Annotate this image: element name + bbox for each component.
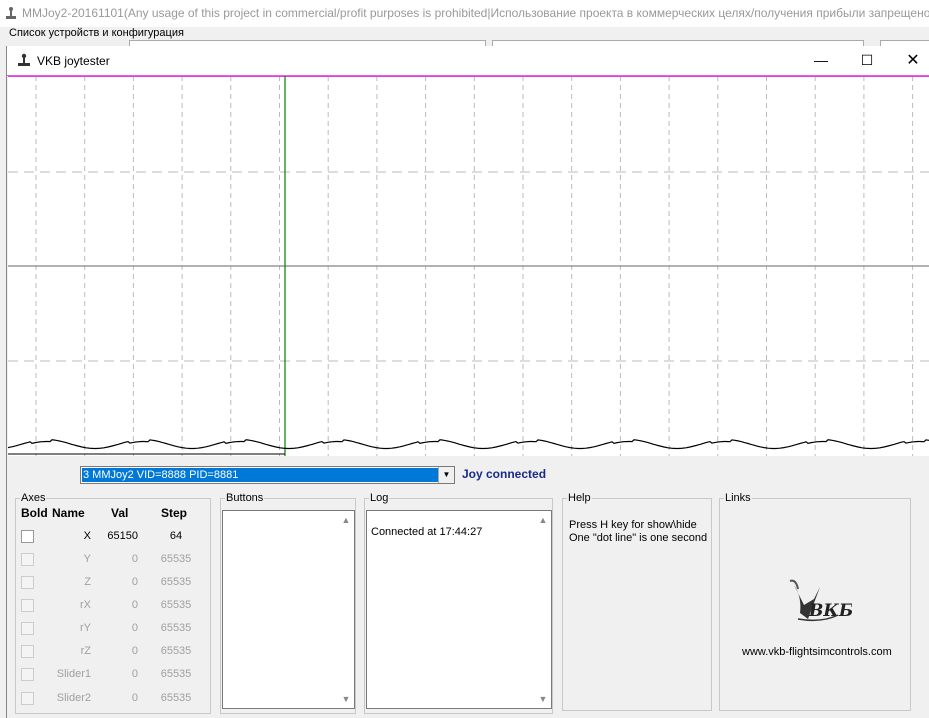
help-group: Help Press H key for show\hide One "dot … bbox=[562, 492, 712, 711]
axis-bold-checkbox[interactable] bbox=[21, 576, 34, 589]
axis-name: rX bbox=[80, 599, 91, 611]
axis-row: Slider2 0 65535 bbox=[16, 690, 216, 710]
axes-header-name: Name bbox=[52, 506, 85, 520]
axis-name: rY bbox=[80, 622, 91, 634]
minimize-button[interactable]: — bbox=[798, 46, 844, 75]
log-group-label: Log bbox=[369, 492, 390, 504]
axis-row: X 65150 64 bbox=[16, 528, 216, 548]
axes-header-bold: Bold bbox=[21, 506, 48, 520]
scroll-up-icon[interactable]: ▲ bbox=[338, 515, 354, 525]
window-titlebar[interactable]: VKB joytester — ☐ ✕ bbox=[7, 46, 929, 76]
scroll-down-icon[interactable]: ▼ bbox=[338, 694, 354, 704]
axis-bold-checkbox[interactable] bbox=[21, 645, 34, 658]
buttons-group-label: Buttons bbox=[225, 492, 265, 504]
axis-step: 65535 bbox=[160, 668, 192, 680]
joystick-icon bbox=[6, 7, 16, 19]
axis-row: rZ 0 65535 bbox=[16, 643, 216, 663]
axis-bold-checkbox[interactable] bbox=[21, 622, 34, 635]
axis-step: 64 bbox=[169, 530, 183, 542]
plot-canvas bbox=[7, 76, 929, 456]
axis-name: Slider1 bbox=[56, 668, 91, 680]
joytester-window: VKB joytester — ☐ ✕ 3 MMJoy2 VID=8888 PI… bbox=[6, 46, 929, 718]
axes-group: Axes Bold Name Val Step X 65150 64 Y 0 65535 Z… bbox=[15, 492, 211, 714]
axis-row: Y 0 65535 bbox=[16, 551, 216, 571]
log-line: Connected at 17:44:27 bbox=[371, 526, 483, 538]
maximize-icon: ☐ bbox=[860, 52, 874, 68]
log-scrollbar[interactable]: ▲ ▼ bbox=[535, 511, 551, 708]
axis-value: 0 bbox=[131, 692, 138, 704]
axis-bold-checkbox[interactable] bbox=[21, 553, 34, 566]
axis-plot bbox=[7, 76, 929, 456]
help-group-label: Help bbox=[567, 492, 592, 504]
close-icon: ✕ bbox=[906, 52, 920, 69]
axis-bold-checkbox[interactable] bbox=[21, 599, 34, 612]
axes-header-step: Step bbox=[161, 506, 188, 520]
axis-bold-checkbox[interactable] bbox=[21, 668, 34, 681]
axis-row: Slider1 0 65535 bbox=[16, 666, 216, 686]
axis-step: 65535 bbox=[160, 553, 192, 565]
buttons-group: Buttons ▲ ▼ bbox=[220, 492, 356, 714]
axis-name: rZ bbox=[80, 645, 91, 657]
minimize-icon: — bbox=[814, 52, 828, 68]
links-group-label: Links bbox=[724, 492, 752, 504]
vkb-logo[interactable]: ВКБ bbox=[782, 575, 852, 627]
axis-step: 65535 bbox=[160, 622, 192, 634]
axes-header-val: Val bbox=[111, 506, 129, 520]
scroll-up-icon[interactable]: ▲ bbox=[535, 515, 551, 525]
help-text-line1: Press H key for show\hide bbox=[569, 519, 697, 531]
axis-name: Z bbox=[84, 576, 91, 588]
axis-step: 65535 bbox=[160, 576, 192, 588]
log-group: Log Connected at 17:44:27 ▲ ▼ bbox=[364, 492, 553, 714]
axis-value: 0 bbox=[131, 668, 138, 680]
axis-value: 0 bbox=[131, 553, 138, 565]
links-group: Links ВКБ www.vkb-flightsimcontrols.com bbox=[719, 492, 911, 711]
log-box[interactable]: Connected at 17:44:27 ▲ ▼ bbox=[366, 510, 552, 709]
background-app-title: MMJoy2-20161101(Any usage of this projec… bbox=[22, 6, 929, 20]
scroll-down-icon[interactable]: ▼ bbox=[535, 694, 551, 704]
help-text-line2: One "dot line" is one second bbox=[569, 532, 708, 544]
axis-value: 0 bbox=[131, 599, 138, 611]
axis-row: rY 0 65535 bbox=[16, 620, 216, 640]
buttons-scrollbar[interactable]: ▲ ▼ bbox=[338, 511, 354, 708]
axis-row: Z 0 65535 bbox=[16, 574, 216, 594]
axis-value: 0 bbox=[131, 622, 138, 634]
axis-x-trace bbox=[7, 439, 929, 450]
axis-bold-checkbox[interactable] bbox=[21, 692, 34, 705]
axis-bold-checkbox[interactable] bbox=[21, 530, 34, 543]
connection-status: Joy connected bbox=[462, 467, 547, 481]
axis-name: Slider2 bbox=[56, 692, 91, 704]
axis-value: 65150 bbox=[107, 530, 138, 542]
chevron-down-icon[interactable]: ▼ bbox=[438, 467, 454, 483]
buttons-list[interactable]: ▲ ▼ bbox=[222, 510, 355, 709]
axes-group-label: Axes bbox=[20, 492, 47, 504]
axis-name: X bbox=[83, 530, 91, 542]
axis-row: rX 0 65535 bbox=[16, 597, 216, 617]
axis-value: 0 bbox=[131, 645, 138, 657]
axis-value: 0 bbox=[131, 576, 138, 588]
device-select-value: 3 MMJoy2 VID=8888 PID=8881 bbox=[82, 468, 438, 482]
axis-step: 65535 bbox=[160, 692, 192, 704]
axis-name: Y bbox=[83, 553, 91, 565]
close-button[interactable]: ✕ bbox=[890, 46, 929, 75]
background-app-subtitle: Список устройств и конфигурация bbox=[9, 27, 184, 39]
device-select[interactable]: 3 MMJoy2 VID=8888 PID=8881 ▼ bbox=[80, 466, 455, 484]
axis-step: 65535 bbox=[160, 599, 192, 611]
axis-step: 65535 bbox=[160, 645, 192, 657]
maximize-button[interactable]: ☐ bbox=[844, 46, 890, 75]
window-title: VKB joytester bbox=[37, 54, 110, 68]
vkb-website-link[interactable]: www.vkb-flightsimcontrols.com bbox=[742, 646, 892, 658]
background-app-titlebar: MMJoy2-20161101(Any usage of this projec… bbox=[0, 0, 929, 27]
joystick-icon bbox=[18, 53, 30, 66]
